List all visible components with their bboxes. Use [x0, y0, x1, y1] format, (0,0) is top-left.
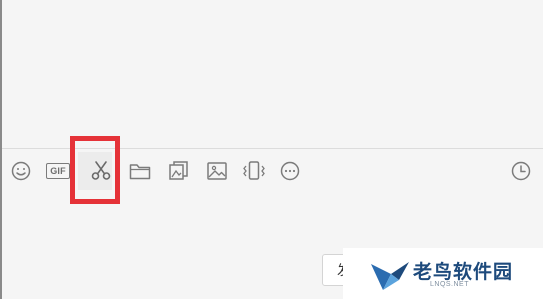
smiley-icon — [11, 161, 31, 181]
phone-shake-icon — [243, 161, 265, 180]
gif-button[interactable]: GIF — [45, 158, 71, 184]
watermark-subtitle: LNQS.NET — [430, 281, 470, 288]
history-button[interactable] — [508, 158, 534, 184]
watermark-title: 老鸟软件园 — [413, 262, 514, 283]
site-watermark: 老鸟软件园 LNQS.NET — [343, 248, 543, 299]
favorites-button[interactable] — [166, 158, 192, 184]
vibrate-button[interactable] — [241, 158, 267, 184]
chat-history-area[interactable] — [2, 0, 543, 148]
emoji-button[interactable] — [8, 158, 34, 184]
album-icon — [169, 161, 188, 180]
screenshot-highlight-frame — [70, 136, 120, 204]
folder-icon — [129, 164, 151, 180]
more-dots-icon — [280, 161, 300, 181]
file-button[interactable] — [127, 158, 153, 184]
image-icon — [207, 162, 227, 180]
more-button[interactable] — [277, 158, 303, 184]
clock-icon — [511, 161, 531, 181]
bird-logo-icon — [371, 262, 409, 290]
image-button[interactable] — [204, 158, 230, 184]
gif-icon: GIF — [46, 163, 70, 179]
